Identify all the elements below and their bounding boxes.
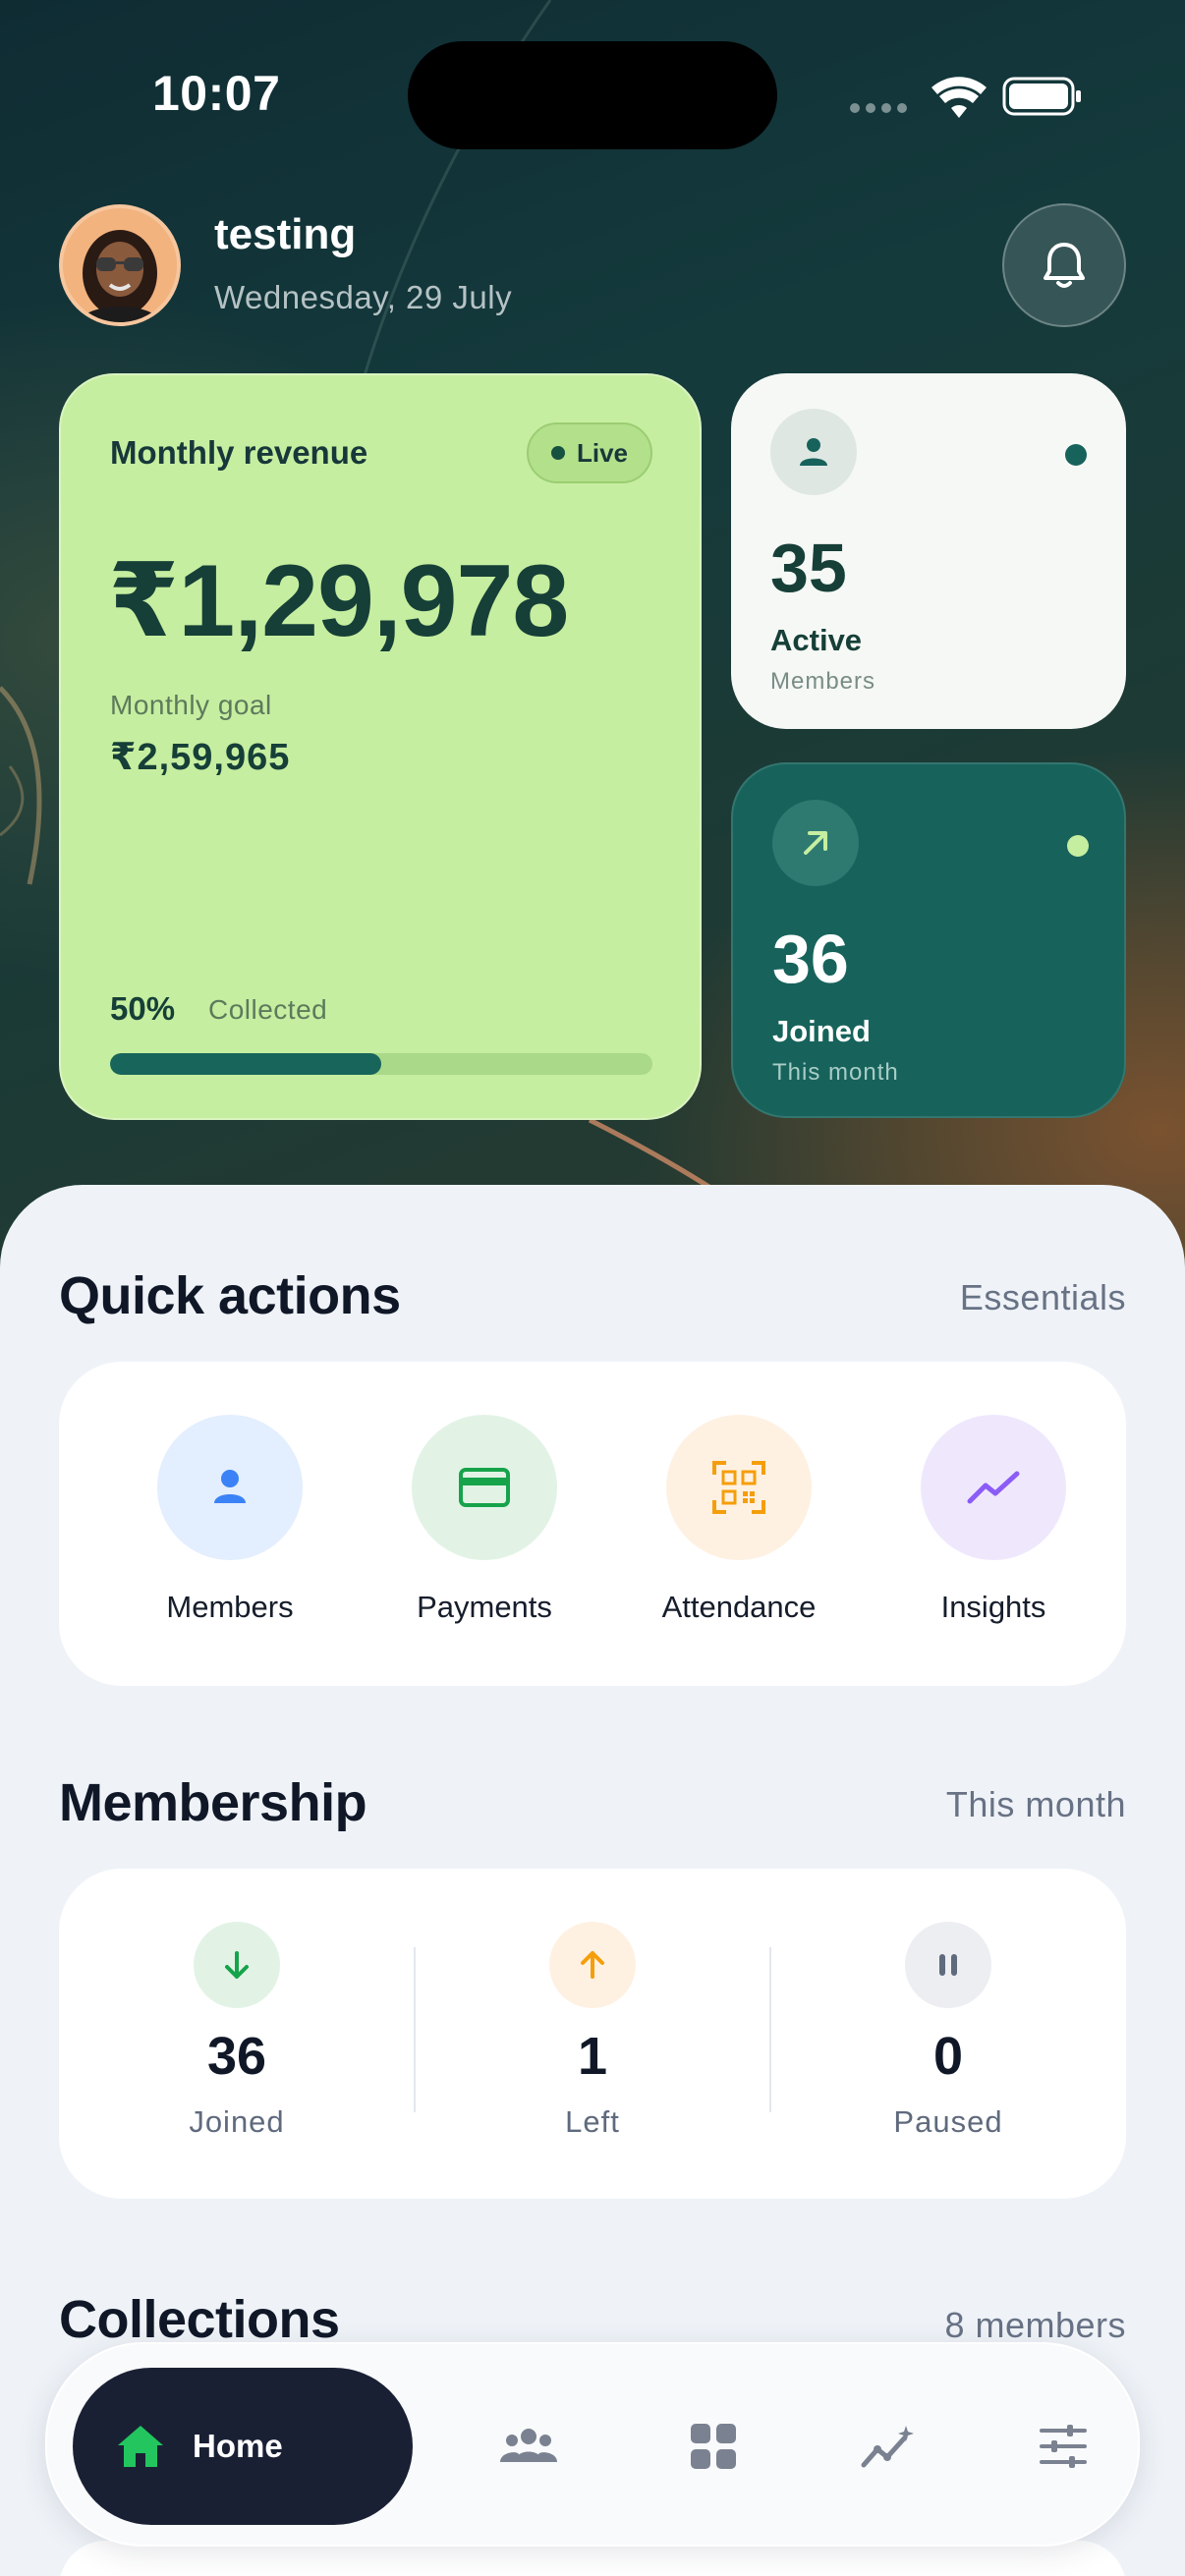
status-time: 10:07	[152, 66, 281, 121]
arrow-up-icon	[549, 1922, 636, 2008]
quick-actions-title: Quick actions	[59, 1266, 401, 1325]
membership-label: Left	[565, 2104, 620, 2139]
active-count: 35	[770, 530, 847, 606]
joined-count: 36	[772, 921, 849, 997]
card-icon	[412, 1415, 557, 1560]
status-icons	[847, 73, 1083, 122]
notifications-button[interactable]	[1002, 203, 1126, 327]
dynamic-island	[408, 41, 777, 149]
current-date: Wednesday, 29 July	[214, 279, 513, 315]
live-badge: Live	[527, 422, 652, 483]
quick-action-label: Insights	[940, 1590, 1046, 1624]
sliders-icon	[1040, 2425, 1087, 2468]
quick-action-payments[interactable]: Payments	[386, 1415, 583, 1651]
person-icon	[770, 409, 857, 495]
membership-card: 36 Joined 1 Left 0 Paused	[59, 1869, 1126, 2199]
nav-home-button[interactable]: Home	[73, 2368, 413, 2525]
goal-value: ₹2,59,965	[110, 737, 291, 778]
membership-link[interactable]: This month	[946, 1784, 1126, 1825]
battery-icon	[1002, 77, 1081, 116]
collections-title: Collections	[59, 2290, 340, 2349]
membership-title: Membership	[59, 1773, 367, 1832]
collections-link[interactable]: 8 members	[944, 2305, 1126, 2346]
nav-home-label: Home	[193, 2428, 283, 2464]
person-icon	[157, 1415, 303, 1560]
joined-label: Joined	[772, 1014, 871, 1048]
home-icon	[118, 2426, 163, 2467]
wifi-icon	[931, 77, 987, 118]
membership-left[interactable]: 1 Left	[415, 1869, 770, 2199]
quick-actions-link[interactable]: Essentials	[960, 1277, 1126, 1318]
goal-label: Monthly goal	[110, 690, 272, 720]
membership-label: Joined	[189, 2104, 285, 2139]
membership-value: 0	[932, 2027, 964, 2086]
quick-action-members[interactable]: Members	[132, 1415, 328, 1651]
live-badge-label: Live	[576, 437, 629, 468]
membership-value: 36	[206, 2027, 267, 2086]
status-dot-icon	[1065, 444, 1087, 466]
arrow-up-right-icon	[772, 800, 859, 886]
nav-members-button[interactable]	[480, 2397, 578, 2495]
nav-analytics-button[interactable]	[839, 2397, 937, 2495]
signal-icon	[850, 103, 907, 113]
collected-label: Collected	[208, 994, 328, 1025]
trend-icon	[921, 1415, 1066, 1560]
arrow-down-icon	[194, 1922, 280, 2008]
membership-label: Paused	[893, 2104, 1003, 2139]
quick-action-label: Attendance	[661, 1590, 817, 1624]
joined-members-card[interactable]: 36 Joined This month	[731, 762, 1126, 1118]
quick-action-label: Members	[166, 1590, 294, 1624]
quick-action-attendance[interactable]: Attendance	[641, 1415, 837, 1651]
nav-settings-button[interactable]	[1014, 2397, 1112, 2495]
pause-icon	[905, 1922, 991, 2008]
membership-value: 1	[577, 2027, 608, 2086]
revenue-amount: ₹1,29,978	[108, 544, 569, 658]
analytics-icon	[861, 2426, 914, 2468]
members-icon	[500, 2429, 557, 2462]
bell-icon	[1044, 243, 1085, 288]
home-screen: 10:07 testing Wednesday, 29 July Monthly…	[0, 0, 1185, 2576]
bottom-navigation: Home	[45, 2342, 1140, 2547]
grid-icon	[691, 2424, 736, 2469]
active-sub: Members	[770, 668, 876, 695]
active-members-card[interactable]: 35 Active Members	[731, 373, 1126, 729]
joined-sub: This month	[772, 1059, 899, 1086]
collected-percent: 50%	[110, 990, 176, 1027]
nav-dashboard-button[interactable]	[664, 2397, 762, 2495]
membership-paused[interactable]: 0 Paused	[770, 1869, 1126, 2199]
quick-action-insights[interactable]: Insights	[895, 1415, 1092, 1651]
membership-joined[interactable]: 36 Joined	[59, 1869, 415, 2199]
user-name: testing	[214, 210, 357, 258]
monthly-revenue-card[interactable]: Monthly revenue Live ₹1,29,978 Monthly g…	[59, 373, 702, 1120]
live-dot-icon	[550, 446, 565, 460]
quick-actions-card: Members Payments Attendance Insights	[59, 1362, 1126, 1686]
avatar[interactable]	[59, 204, 181, 326]
collection-progress-fill	[110, 1053, 381, 1075]
collection-progress-bar	[110, 1053, 652, 1075]
active-label: Active	[770, 623, 863, 657]
revenue-title: Monthly revenue	[110, 434, 368, 471]
quick-action-label: Payments	[417, 1590, 552, 1624]
status-dot-icon	[1067, 835, 1089, 857]
qr-code-icon	[666, 1415, 812, 1560]
